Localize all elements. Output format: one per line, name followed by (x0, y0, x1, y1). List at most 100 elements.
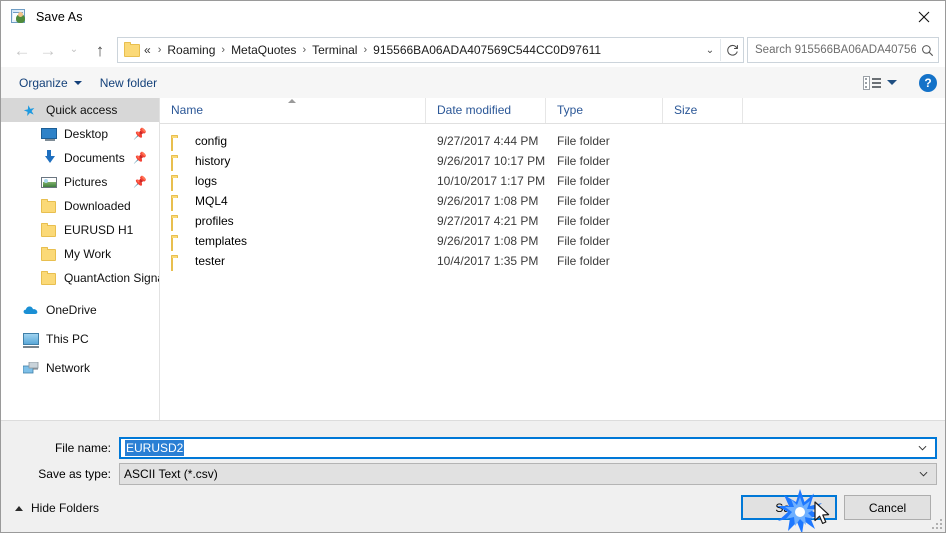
sidebar-item-label: Desktop (64, 127, 109, 141)
table-row[interactable]: config 9/27/2017 4:44 PM File folder (160, 131, 945, 151)
chevron-down-icon[interactable] (919, 471, 928, 477)
search-box[interactable]: Search 915566BA06ADA40756... (747, 37, 939, 63)
save-as-type-label: Save as type: (38, 467, 111, 481)
folder-icon (171, 175, 186, 191)
folder-icon (41, 246, 57, 262)
column-header-size[interactable]: Size (663, 98, 743, 123)
sidebar-item-label: My Work (64, 247, 112, 261)
pin-icon[interactable]: 📌 (133, 152, 147, 165)
breadcrumb-item-metaquotes[interactable]: MetaQuotes (230, 42, 297, 58)
view-layout-icon[interactable] (863, 75, 881, 90)
sidebar-item-label: Downloaded (64, 199, 131, 213)
file-date-modified: 10/10/2017 1:17 PM (437, 174, 546, 188)
pin-icon[interactable]: 📌 (133, 176, 147, 189)
sidebar-item-onedrive[interactable]: OneDrive (1, 298, 159, 322)
hide-folders-button[interactable]: Hide Folders (15, 501, 99, 515)
table-row[interactable]: history 9/26/2017 10:17 PM File folder (160, 151, 945, 171)
folder-icon (41, 222, 57, 238)
file-type: File folder (557, 154, 610, 168)
sidebar-item-label: EURUSD H1 (64, 223, 134, 237)
new-folder-label: New folder (99, 75, 158, 90)
address-bar[interactable]: « › Roaming › MetaQuotes › Terminal › 91… (117, 37, 744, 63)
forward-arrow-icon[interactable]: → (35, 37, 61, 63)
file-date-modified: 10/4/2017 1:35 PM (437, 254, 539, 268)
cloud-icon (23, 302, 39, 318)
sidebar-item-network[interactable]: Network (1, 356, 159, 380)
sidebar-item-documents[interactable]: Documents 📌 (1, 146, 159, 170)
file-date-modified: 9/26/2017 1:08 PM (437, 194, 539, 208)
column-header-row: Name Date modified Type Size (160, 98, 945, 124)
save-as-type-select[interactable]: ASCII Text (*.csv) (119, 463, 937, 485)
sidebar-item-quantaction-signal[interactable]: QuantAction Signal (1, 266, 159, 290)
file-size (663, 151, 743, 171)
breadcrumb-separator: › (221, 44, 226, 56)
pin-icon[interactable]: 📌 (133, 128, 147, 141)
view-chevron-down-icon[interactable] (887, 80, 897, 85)
refresh-icon[interactable] (720, 39, 743, 61)
column-header-type[interactable]: Type (546, 98, 663, 123)
up-arrow-icon[interactable]: ↑ (87, 37, 113, 63)
sidebar-item-label: Documents (64, 151, 125, 165)
cancel-button[interactable]: Cancel (844, 495, 931, 520)
recent-locations-chevron-down-icon[interactable]: ⌄ (61, 37, 87, 63)
new-folder-button[interactable]: New folder (100, 76, 157, 90)
breadcrumb-item-roaming[interactable]: Roaming (166, 42, 216, 58)
folder-icon (124, 41, 140, 57)
table-row[interactable]: tester 10/4/2017 1:35 PM File folder (160, 251, 945, 271)
sidebar-item-eurusd-h1[interactable]: EURUSD H1 (1, 218, 159, 242)
breadcrumb-separator: › (157, 44, 162, 56)
file-name-row: File name: EURUSD2 (1, 437, 937, 459)
star-icon: ★ (21, 101, 38, 120)
chevron-down-icon[interactable] (918, 445, 927, 451)
file-size (663, 191, 743, 211)
breadcrumb-item-terminal[interactable]: Terminal (311, 42, 358, 58)
file-size (663, 131, 743, 151)
breadcrumb-item-instance-id[interactable]: 915566BA06ADA407569C544CC0D97611 (372, 42, 602, 58)
file-type: File folder (557, 214, 610, 228)
file-date-modified: 9/26/2017 10:17 PM (437, 154, 546, 168)
file-name: logs (195, 174, 218, 188)
file-list-pane: Name Date modified Type Size config 9/27… (160, 98, 945, 420)
column-header-date-modified[interactable]: Date modified (426, 98, 546, 123)
monitor-icon (41, 126, 57, 142)
back-arrow-icon[interactable]: ← (9, 37, 35, 63)
file-name: MQL4 (195, 194, 228, 208)
table-row[interactable]: templates 9/26/2017 1:08 PM File folder (160, 231, 945, 251)
file-date-modified: 9/27/2017 4:44 PM (437, 134, 539, 148)
breadcrumb: « › Roaming › MetaQuotes › Terminal › 91… (144, 42, 700, 58)
help-icon[interactable]: ? (919, 73, 937, 92)
file-size (663, 211, 743, 231)
organize-label: Organize (19, 75, 68, 90)
file-date-modified: 9/26/2017 1:08 PM (437, 234, 539, 248)
file-type: File folder (557, 234, 610, 248)
sidebar-item-this-pc[interactable]: This PC (1, 327, 159, 351)
sidebar-item-desktop[interactable]: Desktop 📌 (1, 122, 159, 146)
computer-icon (23, 331, 39, 348)
resize-grip-icon[interactable] (932, 519, 943, 530)
file-name: templates (195, 234, 248, 248)
file-name: tester (195, 254, 226, 268)
sidebar-item-downloaded[interactable]: Downloaded (1, 194, 159, 218)
toolbar-right-group: ? (863, 67, 937, 98)
table-row[interactable]: MQL4 9/26/2017 1:08 PM File folder (160, 191, 945, 211)
search-icon (916, 44, 938, 57)
breadcrumb-separator: › (363, 44, 368, 56)
folder-icon (41, 270, 57, 286)
title-bar: Save As (1, 1, 945, 33)
organize-button[interactable]: Organize (19, 76, 82, 90)
sidebar-item-label: This PC (46, 332, 89, 346)
breadcrumb-lead[interactable]: « (144, 43, 151, 57)
table-row[interactable]: logs 10/10/2017 1:17 PM File folder (160, 171, 945, 191)
close-icon[interactable] (901, 1, 945, 32)
sidebar-item-quick-access[interactable]: ★ Quick access (1, 98, 159, 122)
save-button[interactable]: Save (741, 495, 837, 520)
breadcrumb-separator: › (302, 44, 307, 56)
sidebar-item-label: OneDrive (46, 303, 97, 317)
search-input[interactable]: Search 915566BA06ADA40756... (755, 44, 916, 56)
address-chevron-down-icon[interactable]: ⌄ (700, 39, 720, 61)
sidebar-item-pictures[interactable]: Pictures 📌 (1, 170, 159, 194)
help-label: ? (924, 75, 932, 90)
file-name-input[interactable]: EURUSD2 (119, 437, 937, 459)
sidebar-item-my-work[interactable]: My Work (1, 242, 159, 266)
table-row[interactable]: profiles 9/27/2017 4:21 PM File folder (160, 211, 945, 231)
